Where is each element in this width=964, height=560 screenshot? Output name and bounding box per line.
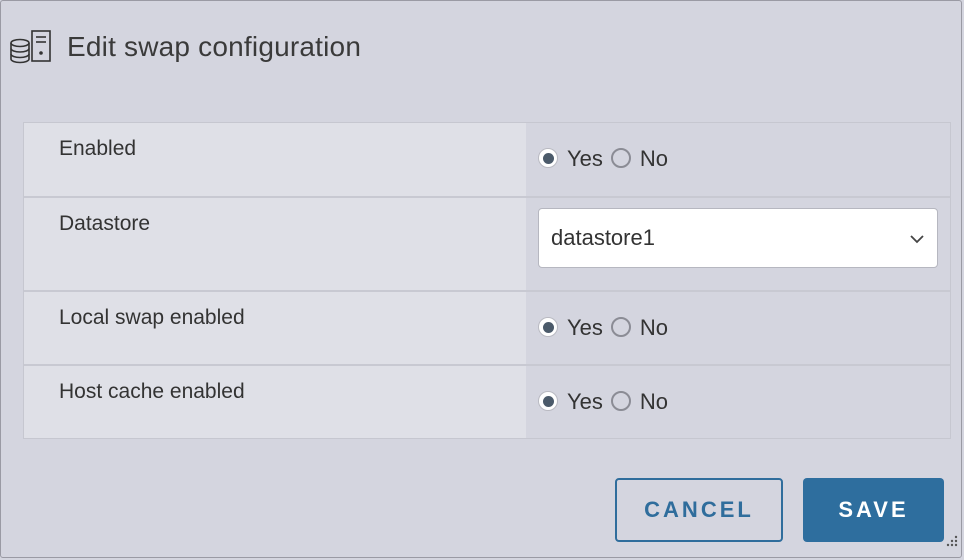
enabled-no-radio[interactable] xyxy=(610,148,631,168)
datastore-selected-value: datastore1 xyxy=(551,225,655,250)
local-swap-label: Local swap enabled xyxy=(24,292,526,364)
enabled-yes-label[interactable]: Yes xyxy=(567,146,603,172)
chevron-down-icon xyxy=(909,227,925,253)
edit-swap-dialog: Edit swap configuration Enabled Yes No D… xyxy=(0,0,962,558)
host-storage-icon xyxy=(9,27,55,67)
enabled-no-label[interactable]: No xyxy=(640,146,668,172)
cancel-button[interactable]: CANCEL xyxy=(615,478,783,542)
enabled-label: Enabled xyxy=(24,123,526,196)
datastore-value-cell: datastore1 xyxy=(526,198,950,290)
host-cache-yes-radio[interactable] xyxy=(538,391,558,411)
local-swap-no-radio[interactable] xyxy=(610,317,631,337)
datastore-select[interactable]: datastore1 xyxy=(538,208,938,268)
host-cache-value-cell: Yes No xyxy=(526,366,950,438)
host-cache-no-label[interactable]: No xyxy=(640,389,668,415)
form-row-host-cache: Host cache enabled Yes No xyxy=(24,366,950,438)
enabled-value-cell: Yes No xyxy=(526,123,950,196)
datastore-label: Datastore xyxy=(24,198,526,290)
resize-grip-icon[interactable] xyxy=(943,534,959,555)
host-cache-no-radio[interactable] xyxy=(610,391,631,411)
enabled-radio-group: Yes No xyxy=(538,144,668,172)
local-swap-value-cell: Yes No xyxy=(526,292,950,364)
local-swap-radio-group: Yes No xyxy=(538,313,668,341)
host-cache-yes-label[interactable]: Yes xyxy=(567,389,603,415)
form-row-local-swap: Local swap enabled Yes No xyxy=(24,292,950,366)
local-swap-yes-label[interactable]: Yes xyxy=(567,315,603,341)
local-swap-yes-radio[interactable] xyxy=(538,317,558,337)
form-row-enabled: Enabled Yes No xyxy=(24,123,950,198)
enabled-yes-radio[interactable] xyxy=(538,148,558,168)
swap-config-form: Enabled Yes No Datastore datastore1 Loca… xyxy=(23,122,951,439)
form-row-datastore: Datastore datastore1 xyxy=(24,198,950,292)
host-cache-radio-group: Yes No xyxy=(538,387,668,415)
dialog-title: Edit swap configuration xyxy=(67,31,362,62)
save-button[interactable]: SAVE xyxy=(803,478,944,542)
dialog-header: Edit swap configuration xyxy=(9,27,361,67)
host-cache-label: Host cache enabled xyxy=(24,366,526,438)
local-swap-no-label[interactable]: No xyxy=(640,315,668,341)
